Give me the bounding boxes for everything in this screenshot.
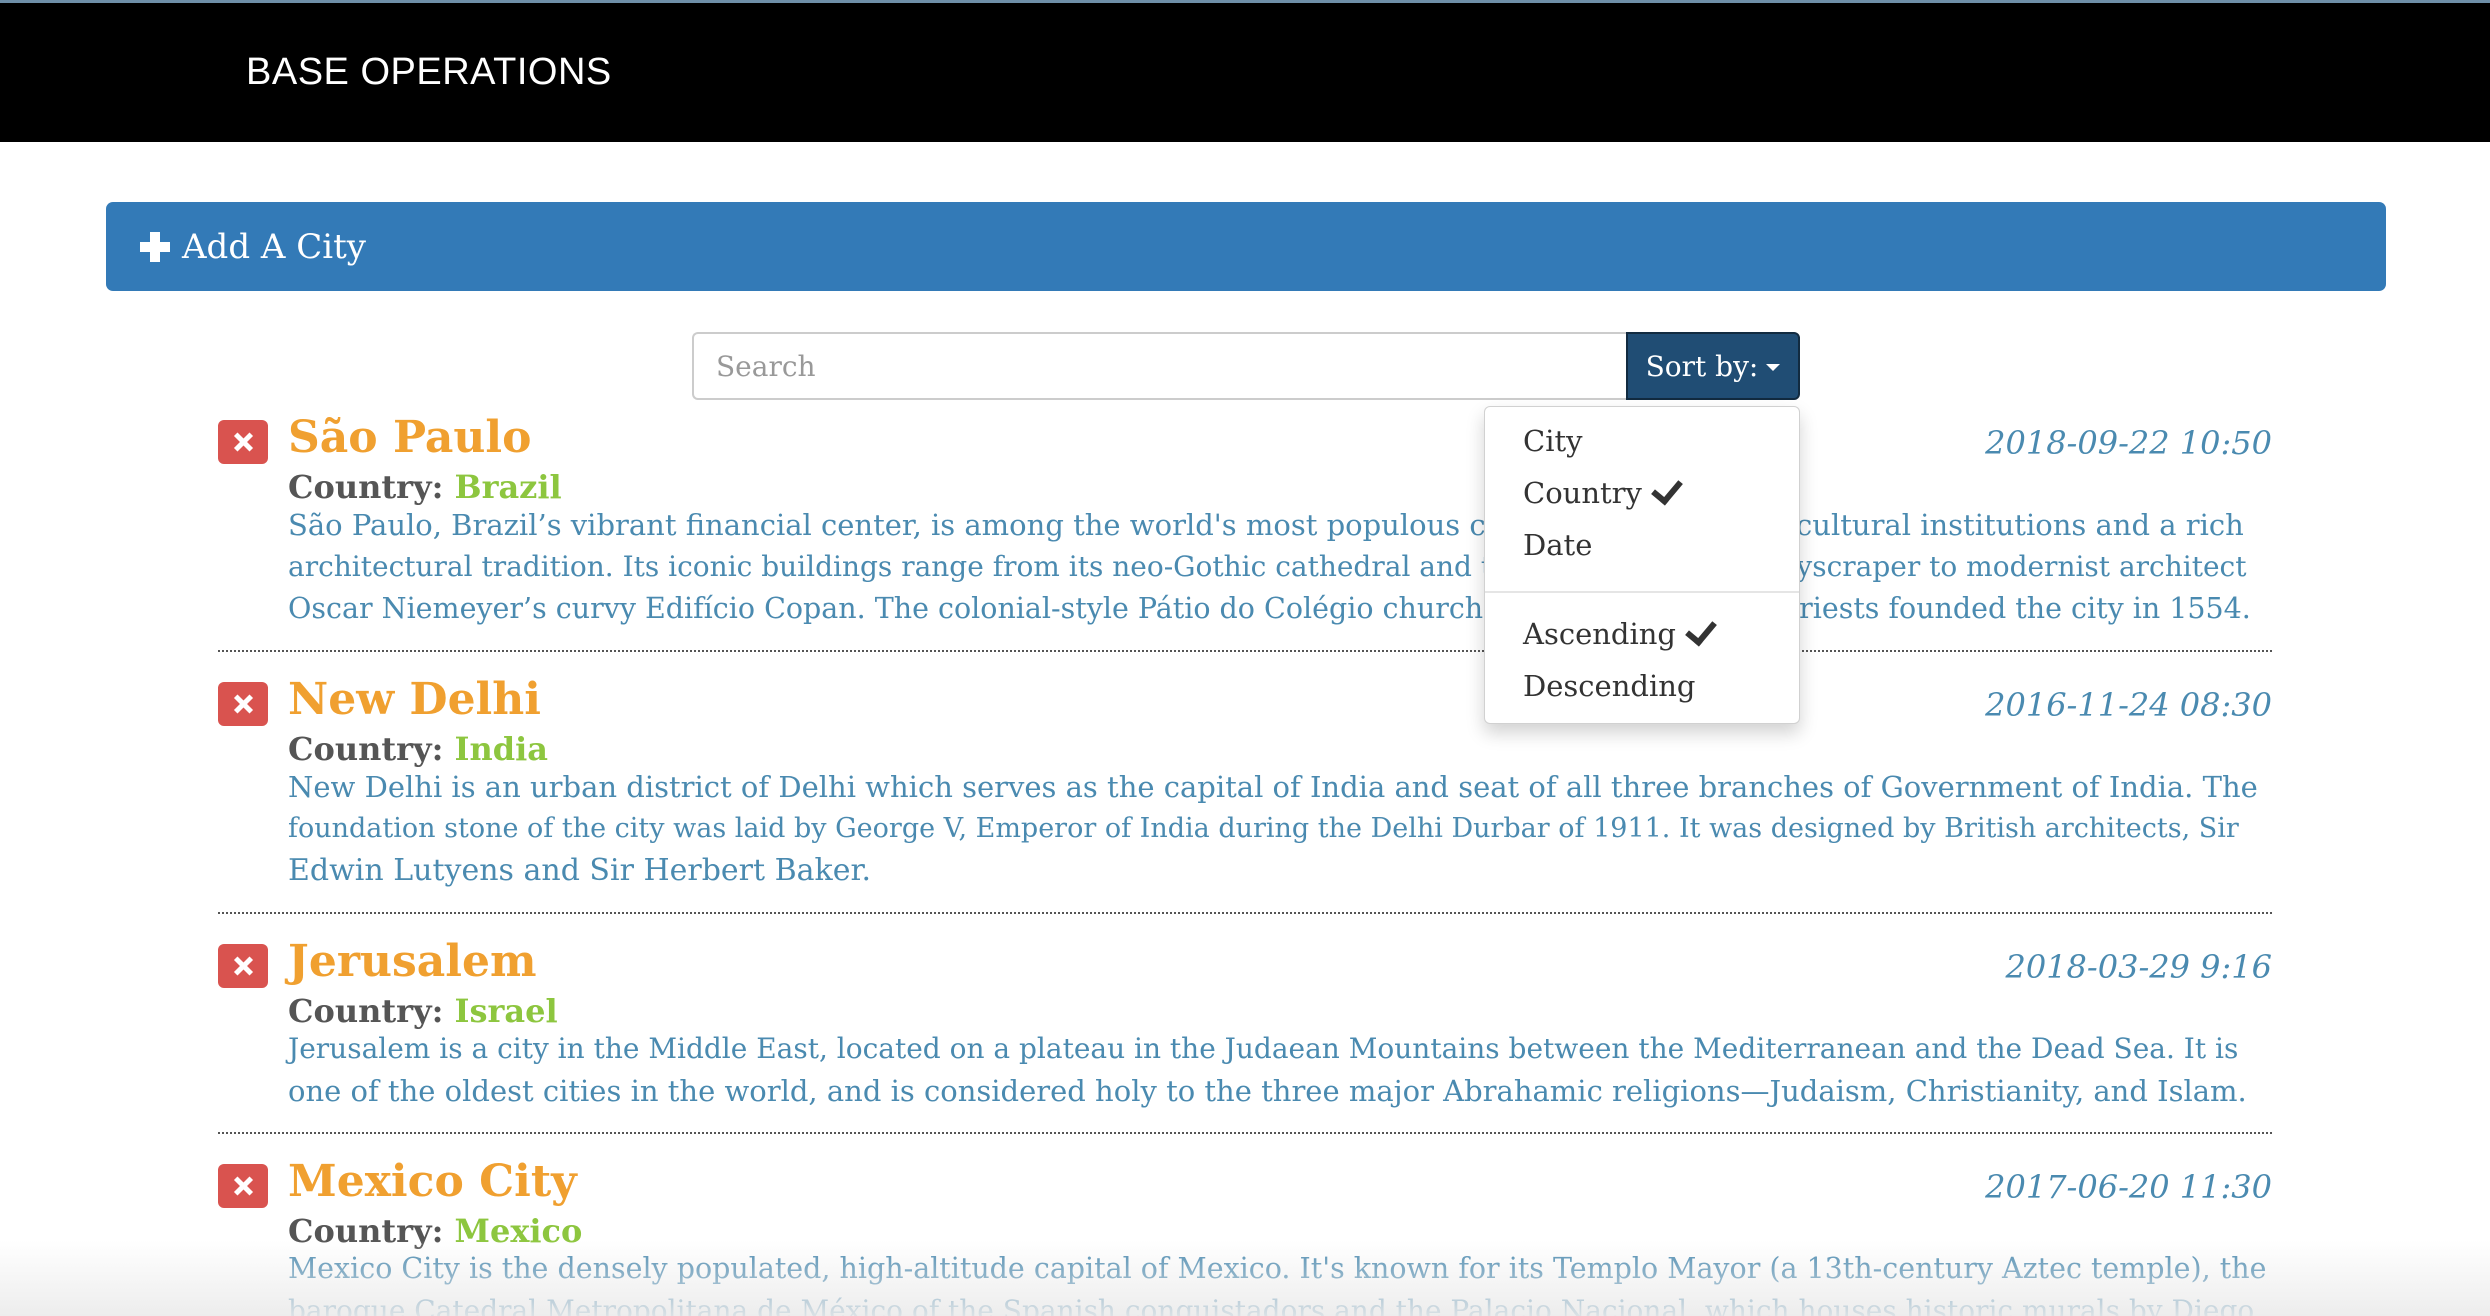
description-line: foundation stone of the city was laid by…: [288, 813, 2239, 844]
country-label: Country:: [288, 730, 444, 768]
sort-option-label: Date: [1523, 528, 1593, 562]
entry-separator: [218, 912, 2272, 914]
description-line: one of the oldest cities in the world, a…: [288, 1074, 2247, 1108]
city-timestamp: 2018-09-22 10:50: [1985, 424, 2272, 462]
country-value: Israel: [454, 992, 558, 1030]
city-timestamp: 2017-06-20 11:30: [1985, 1168, 2272, 1206]
sort-dropdown-menu: City Country Date Ascending Descending: [1484, 406, 1800, 724]
checkmark-icon: [1651, 472, 1683, 506]
city-country: Country: Brazil: [288, 468, 562, 506]
description-line: New Delhi is an urban district of Delhi …: [288, 770, 2258, 804]
description-line: Mexico City is the densely populated, hi…: [288, 1252, 2267, 1285]
description-line: architectural tradition. Its iconic buil…: [288, 550, 2247, 583]
add-city-button[interactable]: Add A City: [106, 202, 2386, 291]
sort-option-date[interactable]: Date: [1523, 522, 1592, 568]
description-line: Edwin Lutyens and Sir Herbert Baker.: [288, 853, 872, 888]
city-description: New Delhi is an urban district of Delhi …: [288, 766, 2272, 892]
city-description: Mexico City is the densely populated, hi…: [288, 1248, 2272, 1316]
sort-option-city[interactable]: City: [1523, 418, 1583, 464]
description-line: Jerusalem is a city in the Middle East, …: [288, 1032, 2239, 1065]
delete-city-button[interactable]: [218, 1164, 268, 1208]
entry-separator: [218, 650, 2272, 652]
city-country: Country: India: [288, 730, 548, 768]
city-country: Country: Mexico: [288, 1212, 582, 1250]
city-country: Country: Israel: [288, 992, 558, 1030]
city-timestamp: 2016-11-24 08:30: [1985, 686, 2272, 724]
city-name[interactable]: New Delhi: [288, 674, 541, 725]
sort-option-label: Ascending: [1523, 617, 1676, 651]
delete-city-button[interactable]: [218, 420, 268, 464]
country-label: Country:: [288, 468, 444, 506]
city-name[interactable]: Jerusalem: [288, 936, 537, 987]
country-value: Mexico: [454, 1212, 583, 1250]
sort-option-label: City: [1523, 424, 1583, 458]
entry-separator: [218, 1132, 2272, 1134]
description-line: São Paulo, Brazil’s vibrant financial ce…: [288, 508, 2244, 542]
sort-option-country[interactable]: Country: [1523, 470, 1683, 516]
search-input[interactable]: [692, 332, 1628, 400]
city-description: São Paulo, Brazil’s vibrant financial ce…: [288, 504, 2272, 630]
country-value: Brazil: [454, 468, 562, 506]
caret-down-icon: [1766, 363, 1781, 371]
top-navbar: BASE OPERATIONS: [0, 0, 2490, 142]
add-city-label: Add A City: [182, 226, 367, 267]
country-label: Country:: [288, 1212, 444, 1250]
city-name[interactable]: Mexico City: [288, 1156, 577, 1207]
country-label: Country:: [288, 992, 444, 1030]
sort-option-ascending[interactable]: Ascending: [1523, 611, 1717, 657]
plus-icon: [140, 231, 170, 262]
checkmark-icon: [1685, 613, 1717, 647]
delete-city-button[interactable]: [218, 944, 268, 988]
sort-by-label: Sort by:: [1645, 349, 1759, 383]
city-name[interactable]: São Paulo: [288, 412, 531, 463]
description-line: baroque Catedral Metropolitana de México…: [288, 1294, 2255, 1316]
sort-option-label: Country: [1523, 476, 1642, 510]
country-value: India: [454, 730, 549, 768]
description-line: Oscar Niemeyer’s curvy Edifício Copan. T…: [288, 592, 2251, 625]
city-timestamp: 2018-03-29 9:16: [2005, 948, 2272, 986]
brand-title[interactable]: BASE OPERATIONS: [246, 51, 612, 94]
sort-option-label: Descending: [1523, 669, 1696, 703]
city-description: Jerusalem is a city in the Middle East, …: [288, 1028, 2272, 1112]
delete-city-button[interactable]: [218, 682, 268, 726]
sort-option-descending[interactable]: Descending: [1523, 663, 1695, 709]
dropdown-divider: [1485, 591, 1799, 593]
sort-by-button[interactable]: Sort by:: [1626, 332, 1800, 400]
